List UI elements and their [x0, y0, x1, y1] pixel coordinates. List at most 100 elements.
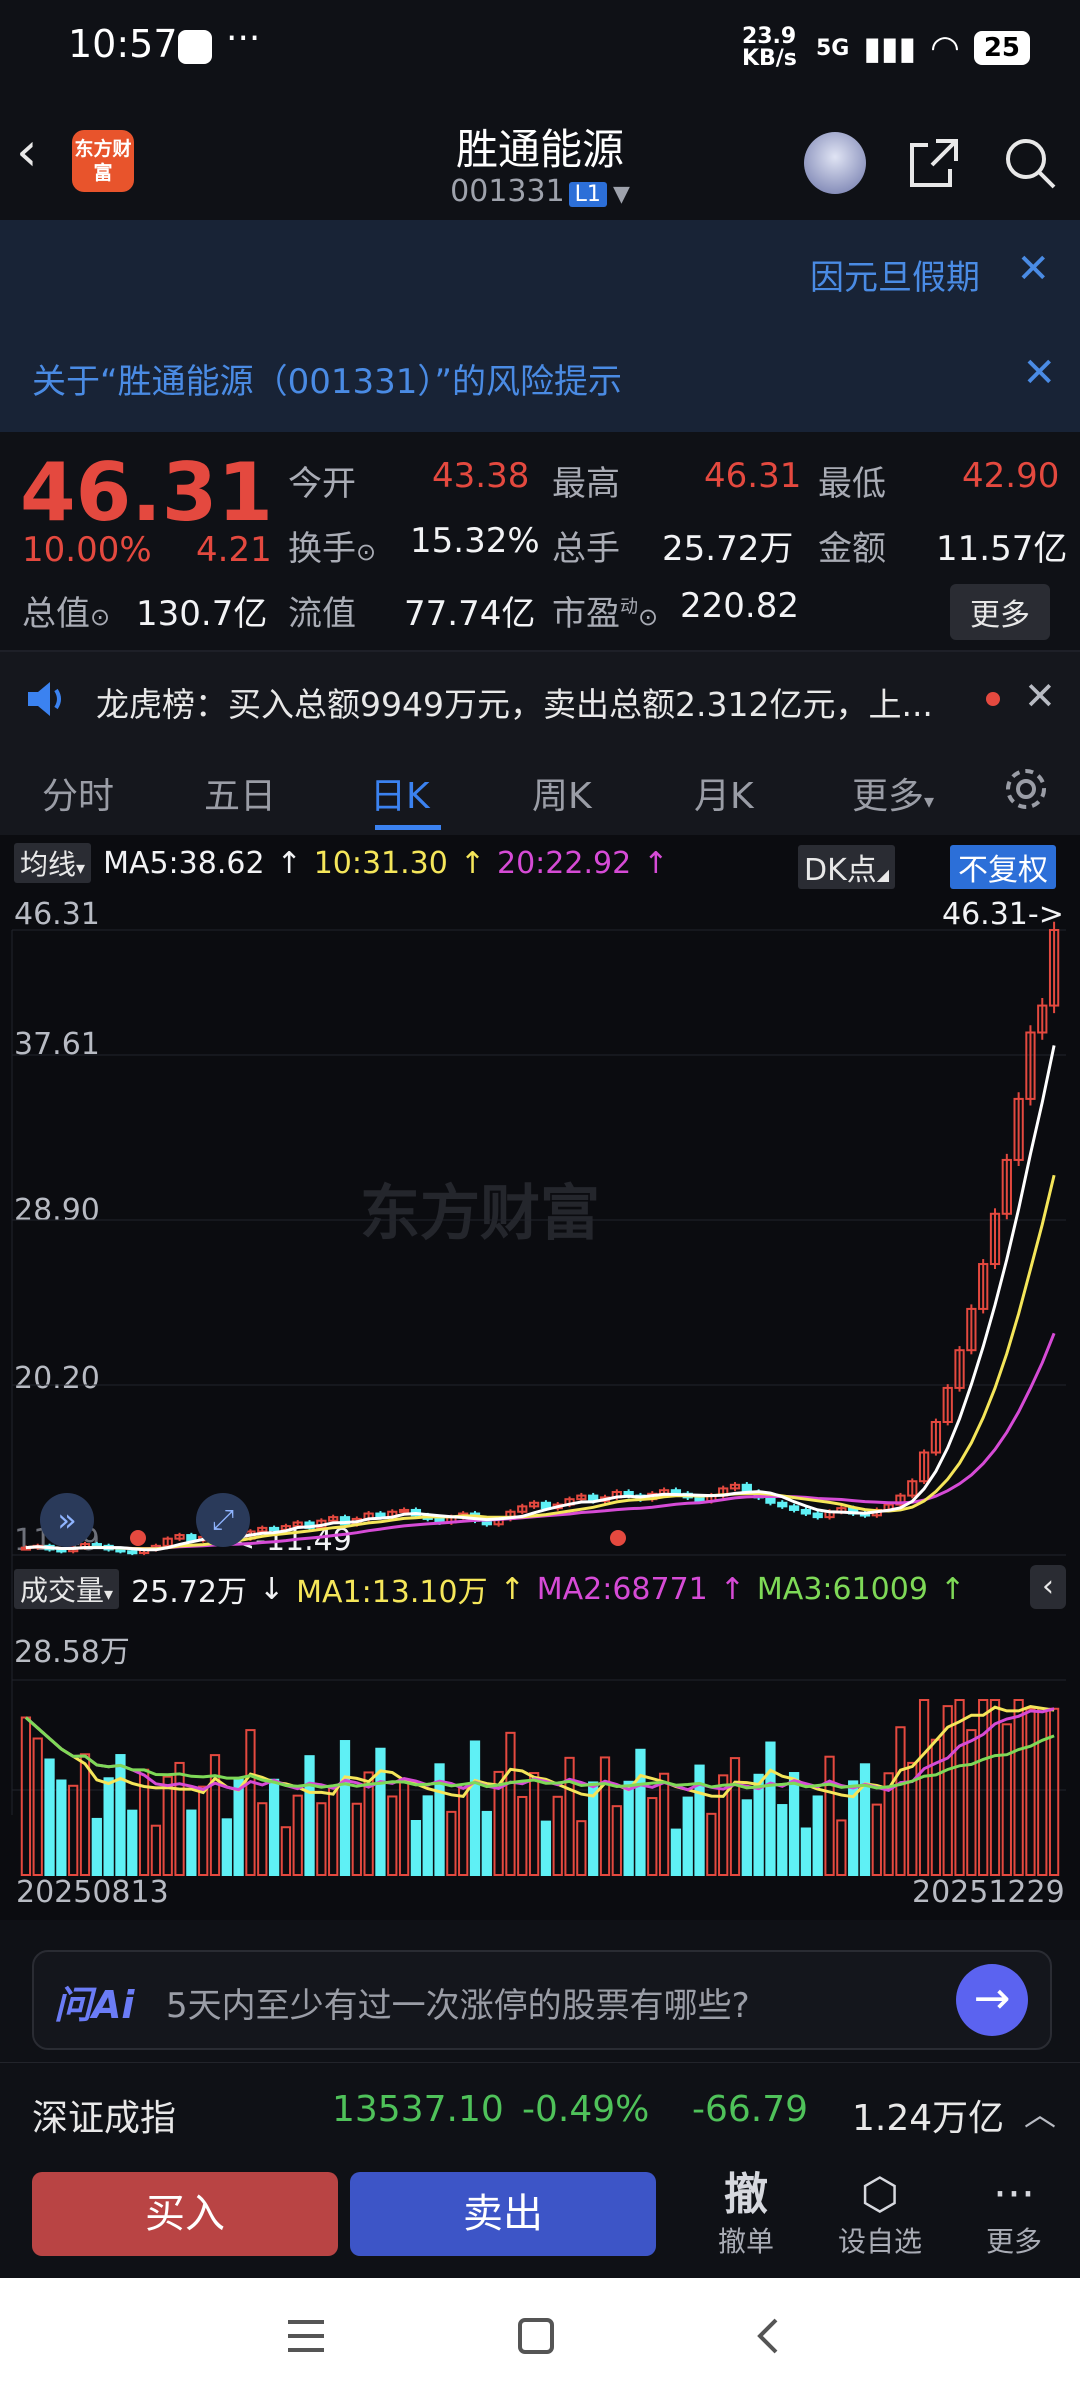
volume-bar — [150, 1824, 162, 1876]
home-icon[interactable] — [516, 2316, 556, 2356]
header-actions — [804, 132, 1058, 194]
volume-bar — [68, 1784, 79, 1877]
candle-body — [398, 1508, 410, 1513]
start-date: 20250813 — [16, 1875, 169, 1910]
system-nav-bar — [0, 2278, 1080, 2400]
volume-bar — [1025, 1707, 1036, 1876]
sell-button[interactable]: 卖出 — [350, 2172, 656, 2256]
collapse-panel-icon[interactable]: ‹ — [1030, 1565, 1066, 1609]
index-name: 深证成指 — [32, 2098, 177, 2139]
volume-bar — [611, 1805, 622, 1877]
kline-chart-area[interactable]: 均线▾ MA5:38.62 ↑ 10:31.30 ↑ 20:22.92 ↑ DK点◢ … — [0, 835, 1080, 1920]
more-dots-icon: ··· — [226, 18, 261, 59]
menu-icon[interactable] — [286, 2316, 326, 2356]
volume-bar — [56, 1779, 67, 1876]
current-price: 46.31 — [20, 446, 274, 539]
close-icon[interactable]: ✕ — [1016, 246, 1050, 292]
volume-bar — [422, 1795, 433, 1876]
buy-button[interactable]: 买入 — [32, 2172, 338, 2256]
candle-body — [765, 1496, 776, 1504]
unread-dot — [986, 692, 1000, 706]
expand-left-icon[interactable]: » — [40, 1493, 94, 1547]
more-quote-button[interactable]: 更多 — [950, 584, 1050, 640]
float-value: 77.74亿 — [404, 594, 536, 634]
volume-bar — [528, 1772, 540, 1876]
info-icon[interactable]: ⊙ — [90, 603, 110, 631]
volume-bar — [268, 1778, 280, 1877]
volume-bar — [280, 1826, 292, 1877]
search-icon[interactable] — [1002, 135, 1058, 191]
ai-question-bar[interactable]: 问Ai 5天内至少有过一次涨停的股票有哪些? → — [32, 1950, 1052, 2050]
volume-bar — [765, 1741, 776, 1877]
cancel-order-button[interactable]: 撤 撤单 — [696, 2170, 796, 2260]
volume-bar — [127, 1809, 138, 1876]
add-watchlist-button[interactable]: ⬡ 设自选 — [830, 2170, 930, 2260]
volume-bar — [1048, 1707, 1060, 1876]
volume-bar — [918, 1699, 930, 1876]
mktcap-label: 总值 — [22, 594, 90, 634]
gear-icon[interactable] — [1002, 765, 1050, 813]
trade-bar: 买入 卖出 撤 撤单 ⬡ 设自选 ··· 更多 — [0, 2158, 1080, 2278]
volume-indicator-select[interactable]: 成交量▾ — [14, 1569, 120, 1609]
back-nav-icon[interactable] — [748, 2316, 788, 2356]
volume-bar — [552, 1795, 563, 1877]
volume-max-label: 28.58万 — [14, 1635, 130, 1670]
change-percent: 10.00% — [22, 530, 152, 570]
tab-five-day[interactable]: 五日 — [204, 767, 276, 819]
cancel-order-label: 撤单 — [717, 2225, 774, 2258]
risk-notice[interactable]: 关于“胜通能源（001331）”的风险提示 — [32, 354, 622, 403]
up-arrow-icon: ↑ — [499, 1571, 525, 1607]
volume-bar — [387, 1795, 398, 1877]
volume-bar — [540, 1820, 552, 1876]
volume-bar — [174, 1761, 185, 1877]
ai-robot-icon[interactable] — [804, 132, 866, 194]
open-value: 43.38 — [432, 456, 530, 496]
level-badge: L1 — [568, 182, 607, 207]
chevron-down-icon: ▾ — [104, 1584, 114, 1605]
volume-bar — [812, 1795, 823, 1876]
mktcap-value: 130.7亿 — [136, 594, 268, 634]
candle-body — [186, 1534, 197, 1542]
fullscreen-icon[interactable]: ⤢ — [196, 1493, 250, 1547]
quote-panel: 46.31 10.00% 4.21 总值⊙ 130.7亿 今开 43.38 最高… — [0, 432, 1080, 650]
network-type: 5G — [815, 35, 850, 61]
index-amount: 1.24万亿 — [852, 2098, 1005, 2139]
chevron-down-icon: ▼ — [612, 182, 630, 207]
chevron-up-icon[interactable]: ︿ — [1024, 2089, 1056, 2135]
volume-value: 25.72万 — [662, 529, 794, 569]
vol-ma1: MA1:13.10万 — [296, 1575, 488, 1610]
volume-bar — [895, 1726, 906, 1877]
tab-weekly-k[interactable]: 周K — [532, 767, 592, 819]
kline-svg — [11, 921, 1066, 1877]
volume-bar — [800, 1827, 812, 1876]
signal-icon: ▮▮▮ — [863, 29, 917, 67]
candle-body — [115, 1548, 126, 1553]
volume-bar — [458, 1787, 469, 1876]
more-menu-button[interactable]: ··· 更多 — [964, 2170, 1064, 2260]
info-icon[interactable]: ⊙ — [356, 538, 376, 566]
holiday-notice[interactable]: 因元旦假期 — [810, 250, 980, 299]
vol-ma3: MA3:61009 — [756, 1571, 928, 1607]
volume-bar — [186, 1809, 197, 1877]
amount-value: 11.57亿 — [936, 529, 1068, 569]
event-dot[interactable] — [610, 1530, 626, 1546]
event-dot[interactable] — [130, 1530, 146, 1546]
volume-label: 总手 — [552, 529, 620, 569]
volume-value: 25.72万 — [131, 1575, 247, 1610]
send-arrow-icon[interactable]: → — [956, 1964, 1028, 2036]
share-icon[interactable] — [906, 135, 962, 191]
close-icon[interactable]: ✕ — [1022, 350, 1056, 396]
volume-indicator-label: 成交量 — [20, 1574, 105, 1607]
tab-more[interactable]: 更多▾ — [852, 767, 934, 819]
dragon-list-banner[interactable]: 龙虎榜：买入总额9949万元，卖出总额2.312亿元，上... ✕ — [0, 650, 1080, 747]
tab-intraday[interactable]: 分时 — [42, 767, 114, 819]
candle-body — [127, 1550, 138, 1555]
close-icon[interactable]: ✕ — [1024, 674, 1056, 718]
volume-bar — [966, 1729, 977, 1876]
info-icon[interactable]: ⊙ — [638, 603, 658, 631]
ma5-line — [25, 1045, 1056, 1552]
tab-daily-k[interactable]: 日K — [370, 767, 430, 819]
index-ticker[interactable]: 深证成指 13537.10 -0.49% -66.79 1.24万亿 ︿ — [0, 2062, 1080, 2159]
tab-monthly-k[interactable]: 月K — [694, 767, 754, 819]
volume-bar — [257, 1802, 268, 1876]
